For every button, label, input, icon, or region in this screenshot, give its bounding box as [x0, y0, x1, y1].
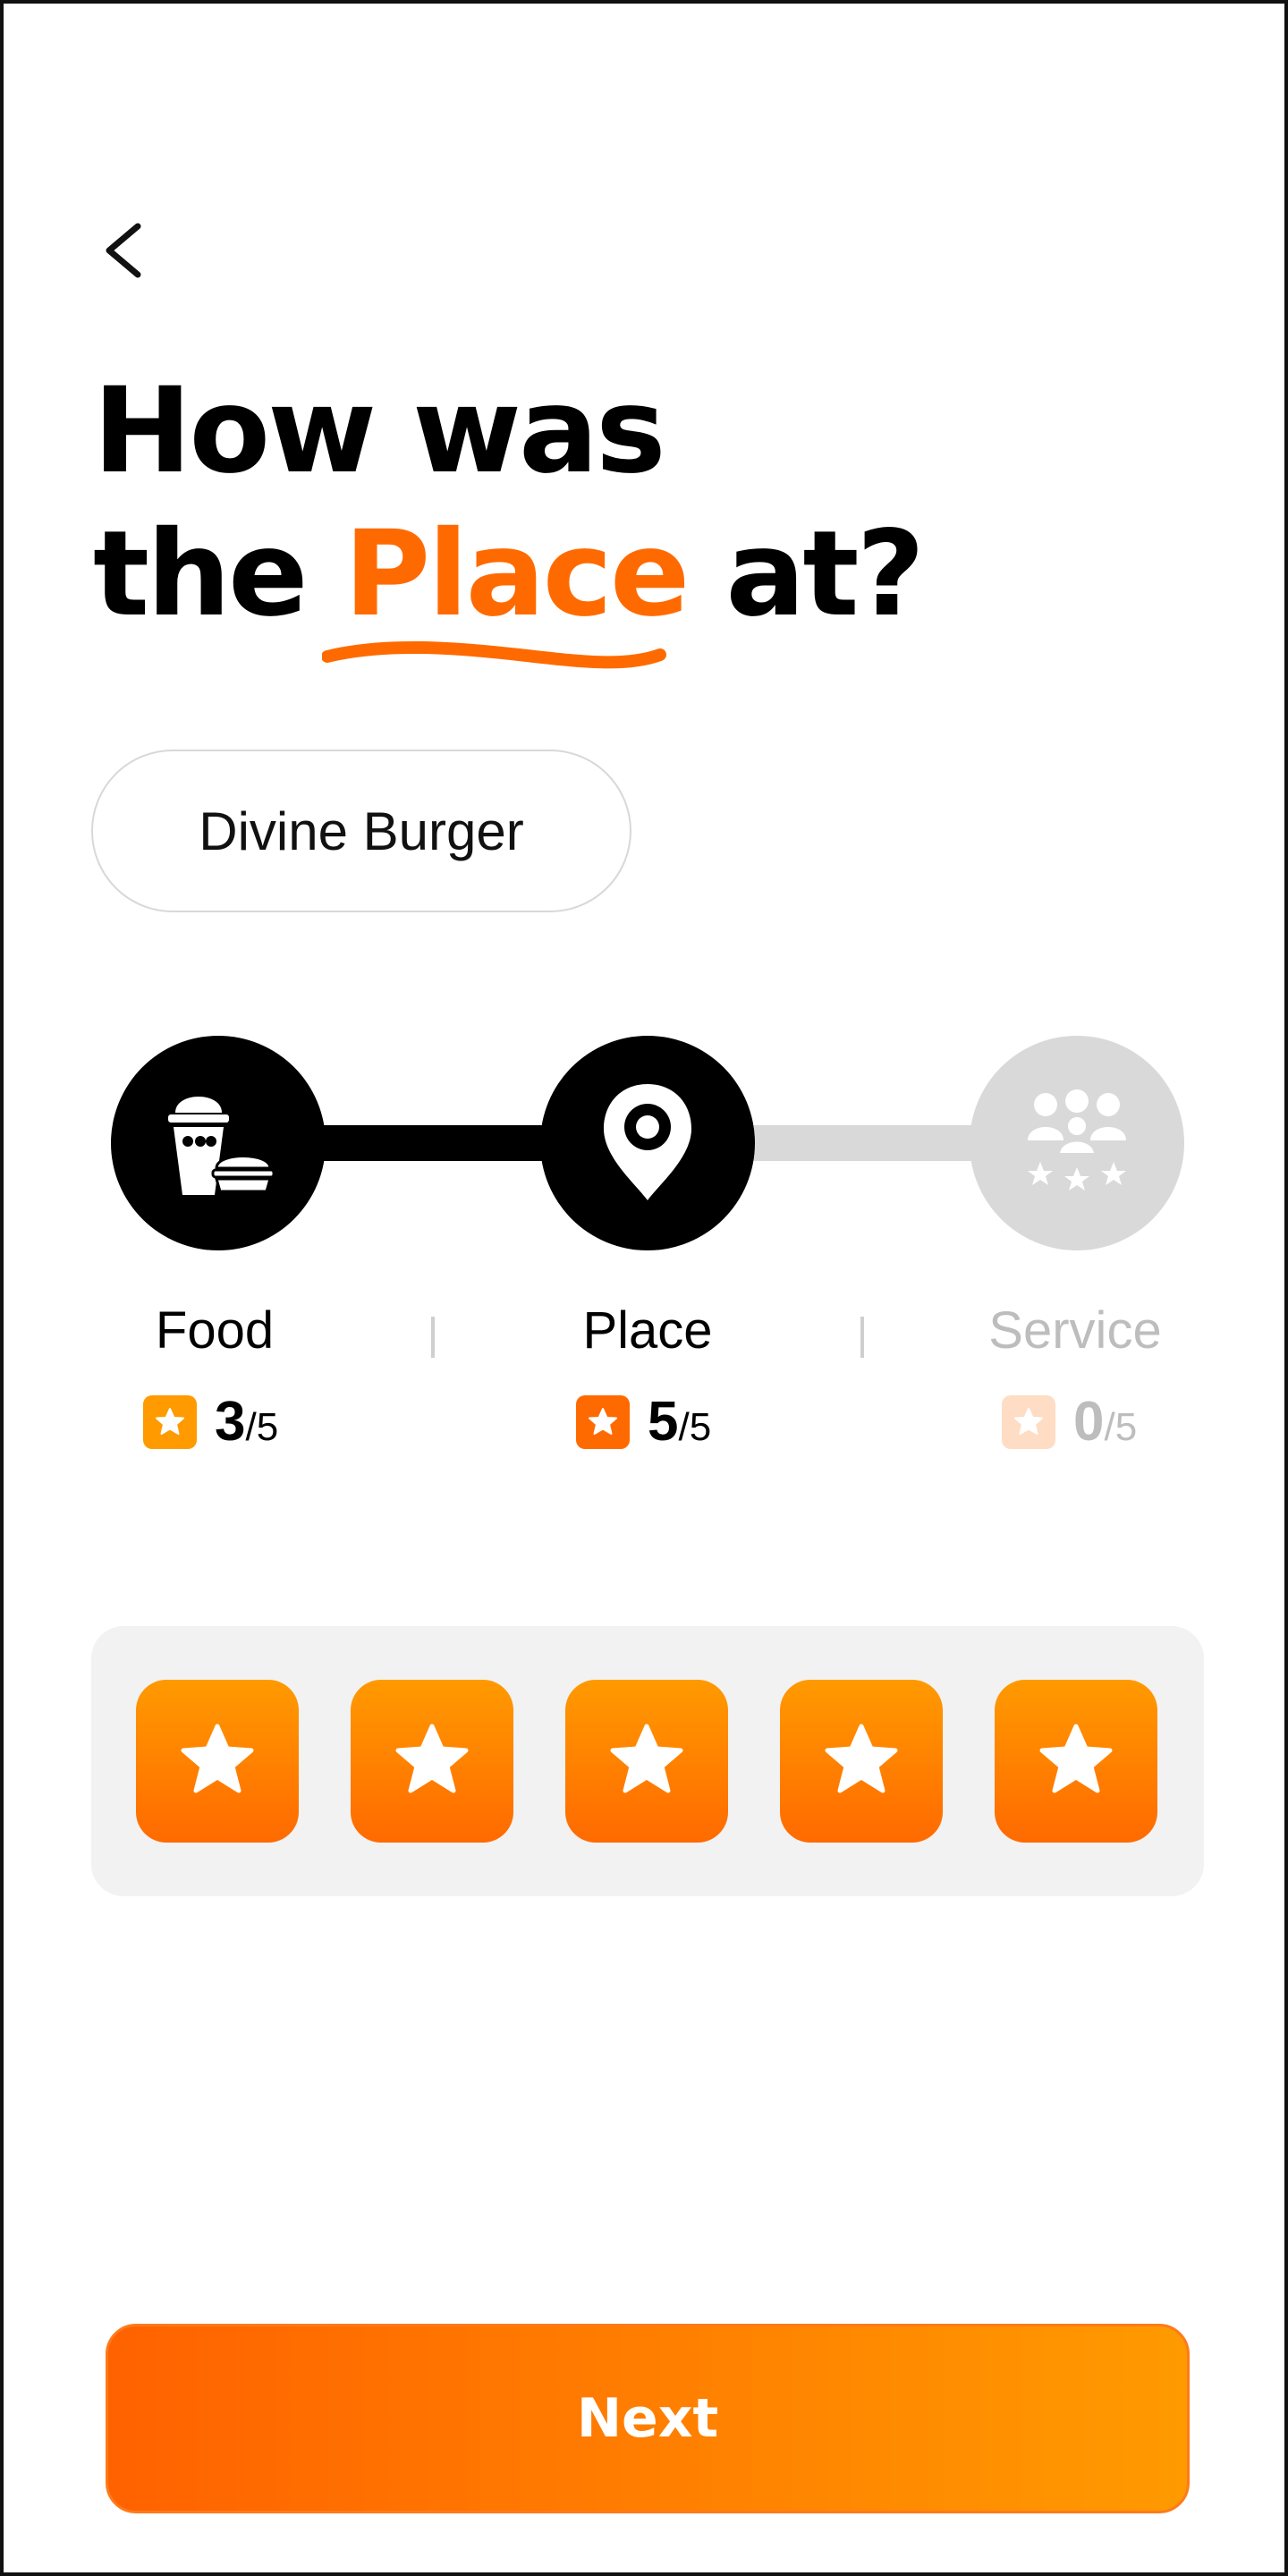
- food-score: 3 /5: [143, 1394, 278, 1451]
- step-divider: [431, 1317, 435, 1358]
- star-badge-icon: [143, 1395, 197, 1449]
- people-rating-icon: [1028, 1089, 1126, 1191]
- step-service[interactable]: [970, 1036, 1184, 1250]
- star-rating-panel: [91, 1626, 1204, 1896]
- service-score: 0 /5: [1002, 1394, 1137, 1451]
- step-label-service: Service: [988, 1301, 1162, 1360]
- title-suffix: at?: [687, 505, 925, 643]
- food-score-value: 3: [215, 1391, 246, 1453]
- location-pin-icon: [604, 1084, 691, 1200]
- star-icon: [395, 1724, 469, 1793]
- place-score-max: /5: [678, 1405, 712, 1449]
- title-line-2: the Place at?: [93, 503, 925, 646]
- title-accent-word: Place: [343, 505, 691, 643]
- service-score-value: 0: [1073, 1391, 1105, 1453]
- rating-star-2[interactable]: [351, 1680, 513, 1843]
- back-button[interactable]: [91, 215, 154, 286]
- step-divider: [860, 1317, 864, 1358]
- step-place[interactable]: [540, 1036, 755, 1250]
- food-combo-icon: [168, 1097, 275, 1195]
- chevron-left-icon: [106, 223, 141, 278]
- accent-underline: [322, 640, 666, 669]
- place-score: 5 /5: [576, 1394, 711, 1451]
- star-icon: [825, 1724, 898, 1793]
- step-label-place: Place: [582, 1301, 713, 1360]
- title-prefix: the: [93, 505, 344, 643]
- star-badge-icon: [1002, 1395, 1055, 1449]
- place-score-value: 5: [648, 1391, 679, 1453]
- star-badge-icon: [576, 1395, 630, 1449]
- app-screen: How was the Place at? Divine Burger Food…: [0, 0, 1288, 2576]
- rating-star-5[interactable]: [995, 1680, 1157, 1843]
- category-stepper: Food Place Service 3 /5 5 /5 0 /5: [4, 1032, 1288, 1479]
- rating-star-4[interactable]: [780, 1680, 943, 1843]
- next-button[interactable]: Next: [106, 2324, 1190, 2513]
- title-line-1: How was: [93, 362, 666, 500]
- step-label-food: Food: [155, 1301, 275, 1360]
- next-button-label: Next: [576, 2387, 719, 2450]
- star-icon: [181, 1724, 254, 1793]
- food-score-max: /5: [245, 1405, 279, 1449]
- star-icon: [1039, 1724, 1113, 1793]
- restaurant-name-chip[interactable]: Divine Burger: [91, 750, 631, 912]
- rating-star-3[interactable]: [565, 1680, 728, 1843]
- star-icon: [610, 1724, 683, 1793]
- rating-star-1[interactable]: [136, 1680, 299, 1843]
- service-score-max: /5: [1104, 1405, 1138, 1449]
- step-food[interactable]: [111, 1036, 326, 1250]
- page-title: How was the Place at?: [93, 360, 925, 646]
